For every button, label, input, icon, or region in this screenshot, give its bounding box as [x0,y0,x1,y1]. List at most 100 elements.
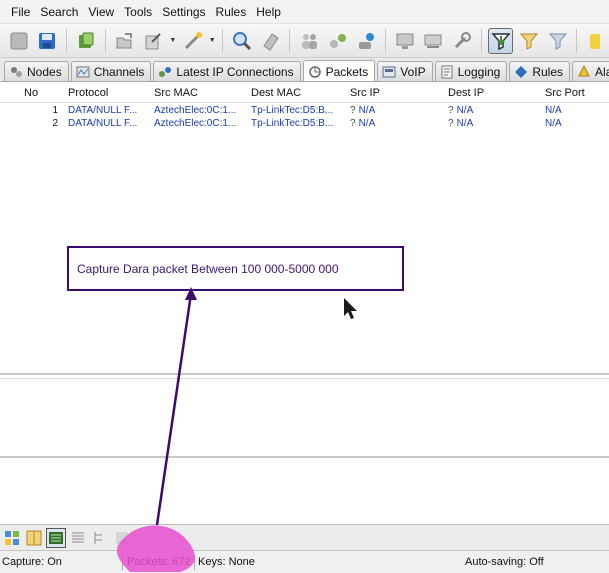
tab-label: Logging [457,64,501,79]
cell-no: 1 [52,105,58,116]
packet-hex-pane [0,456,609,524]
pane-divider [0,378,609,379]
view-split-button[interactable] [24,528,44,548]
rules-icon [515,65,528,78]
faded-view-icon [116,531,128,544]
export-dropdown-arrow[interactable]: ▼ [169,29,177,53]
cell-dest-ip-value: N/A [456,118,474,129]
cell-dest-ip-value: N/A [456,105,474,116]
tab-label: Channels [93,64,145,79]
column-header-dest-mac[interactable]: Dest MAC [251,87,343,99]
search-button[interactable] [229,28,255,54]
tab-alarm[interactable]: Alarm [572,61,609,81]
tab-logging[interactable]: Logging [434,61,508,81]
connections-tool-button[interactable] [325,28,351,54]
report-icon [424,34,442,48]
view-list-button[interactable] [46,527,66,548]
cell-src-ip-value: N/A [358,105,376,116]
tab-label: Packets [325,64,369,79]
menu-settings[interactable]: Settings [157,5,210,19]
report-button[interactable] [421,28,447,54]
cell-dest-mac: Tp-LinkTec:D5:B... [251,118,334,129]
network-adapter-icon [78,32,94,48]
tree-view-icon [94,531,102,544]
view-tiles-button[interactable] [2,528,22,548]
stop-capture-button[interactable] [6,28,32,54]
ip-connections-icon [159,66,172,77]
column-header-src-mac[interactable]: Src MAC [154,87,244,99]
cell-src-port: N/A [545,118,562,129]
tab-label: Rules [532,64,564,79]
packets-icon [308,65,321,78]
tab-label: Nodes [27,64,62,79]
tab-voip[interactable]: VoIP [377,61,433,81]
yellow-tool-icon [590,33,601,49]
extra-tool-button[interactable] [583,28,609,54]
cell-src-ip-value: N/A [358,118,376,129]
open-button[interactable] [112,28,138,54]
monitor-icon [396,33,414,49]
voip-icon [382,66,396,77]
tab-nodes[interactable]: Nodes [4,61,69,81]
column-header-src-ip[interactable]: Src IP [350,87,444,99]
export-button[interactable] [140,28,166,54]
table-row[interactable]: 1 DATA/NULL F... AztechElec:0C:1... Tp-L… [0,105,609,118]
unknown-marker: ? [350,118,356,129]
toolbar-separator [289,28,291,53]
filter-clear-button[interactable] [545,28,571,54]
tab-channels[interactable]: Channels [70,61,152,81]
view-toolbar [0,524,609,550]
list-view-icon [49,531,63,544]
eraser-icon [262,32,279,51]
eraser-button[interactable] [258,28,284,54]
funnel-clear-icon [548,33,567,50]
status-bar: Capture: On Packets: 672 Keys: None Auto… [0,550,609,573]
network-icon [329,33,346,48]
cell-dest-ip: ? N/A [448,118,542,129]
filter-up-button[interactable] [516,28,542,54]
wand-icon [184,31,202,49]
floppy-icon [39,32,56,49]
status-packets: Packets: 672 [127,556,191,568]
menu-file[interactable]: File [6,5,35,19]
menu-help[interactable]: Help [251,5,286,19]
menu-tools[interactable]: Tools [119,5,157,19]
tab-label: Latest IP Connections [176,64,294,79]
wrench-icon [454,31,471,48]
adapter-button[interactable] [73,28,99,54]
view-tree-button[interactable] [90,528,110,548]
menu-rules[interactable]: Rules [211,5,252,19]
save-button[interactable] [35,28,61,54]
capture-filter-button[interactable] [487,27,514,54]
split-view-icon [26,530,42,545]
column-header-dest-ip[interactable]: Dest IP [448,87,542,99]
toolbar-separator [66,28,68,53]
details-view-icon [72,532,84,542]
wireless-icon [359,32,375,49]
column-header-no[interactable]: No [24,87,72,99]
menu-view[interactable]: View [83,5,119,19]
view-details-button[interactable] [68,528,88,548]
cell-no: 2 [52,118,58,129]
view-extra-button[interactable] [112,528,132,548]
cell-src-ip: ? N/A [350,105,444,116]
filter-dropdown-arrow[interactable]: ▼ [208,29,216,53]
search-icon [232,31,251,50]
toolbar-separator [104,28,106,53]
tab-packets[interactable]: Packets [302,60,376,81]
column-header-protocol[interactable]: Protocol [68,87,148,99]
tab-latest-ip-connections[interactable]: Latest IP Connections [153,61,301,81]
grid-header: No Protocol Src MAC Dest MAC Src IP Dest… [0,83,609,103]
monitor-button[interactable] [392,28,418,54]
tab-rules[interactable]: Rules [509,61,571,81]
table-row[interactable]: 2 DATA/NULL F... AztechElec:0C:1... Tp-L… [0,118,609,131]
column-header-src-port[interactable]: Src Port [545,87,609,99]
settings-tool-button[interactable] [449,28,475,54]
menu-search[interactable]: Search [35,5,83,19]
nodes-tool-button[interactable] [296,28,322,54]
funnel-down-icon [490,32,511,50]
open-icon [116,32,133,48]
funnel-up-icon [519,33,539,50]
filter-button[interactable] [180,28,206,54]
wireless-tool-button[interactable] [353,28,379,54]
